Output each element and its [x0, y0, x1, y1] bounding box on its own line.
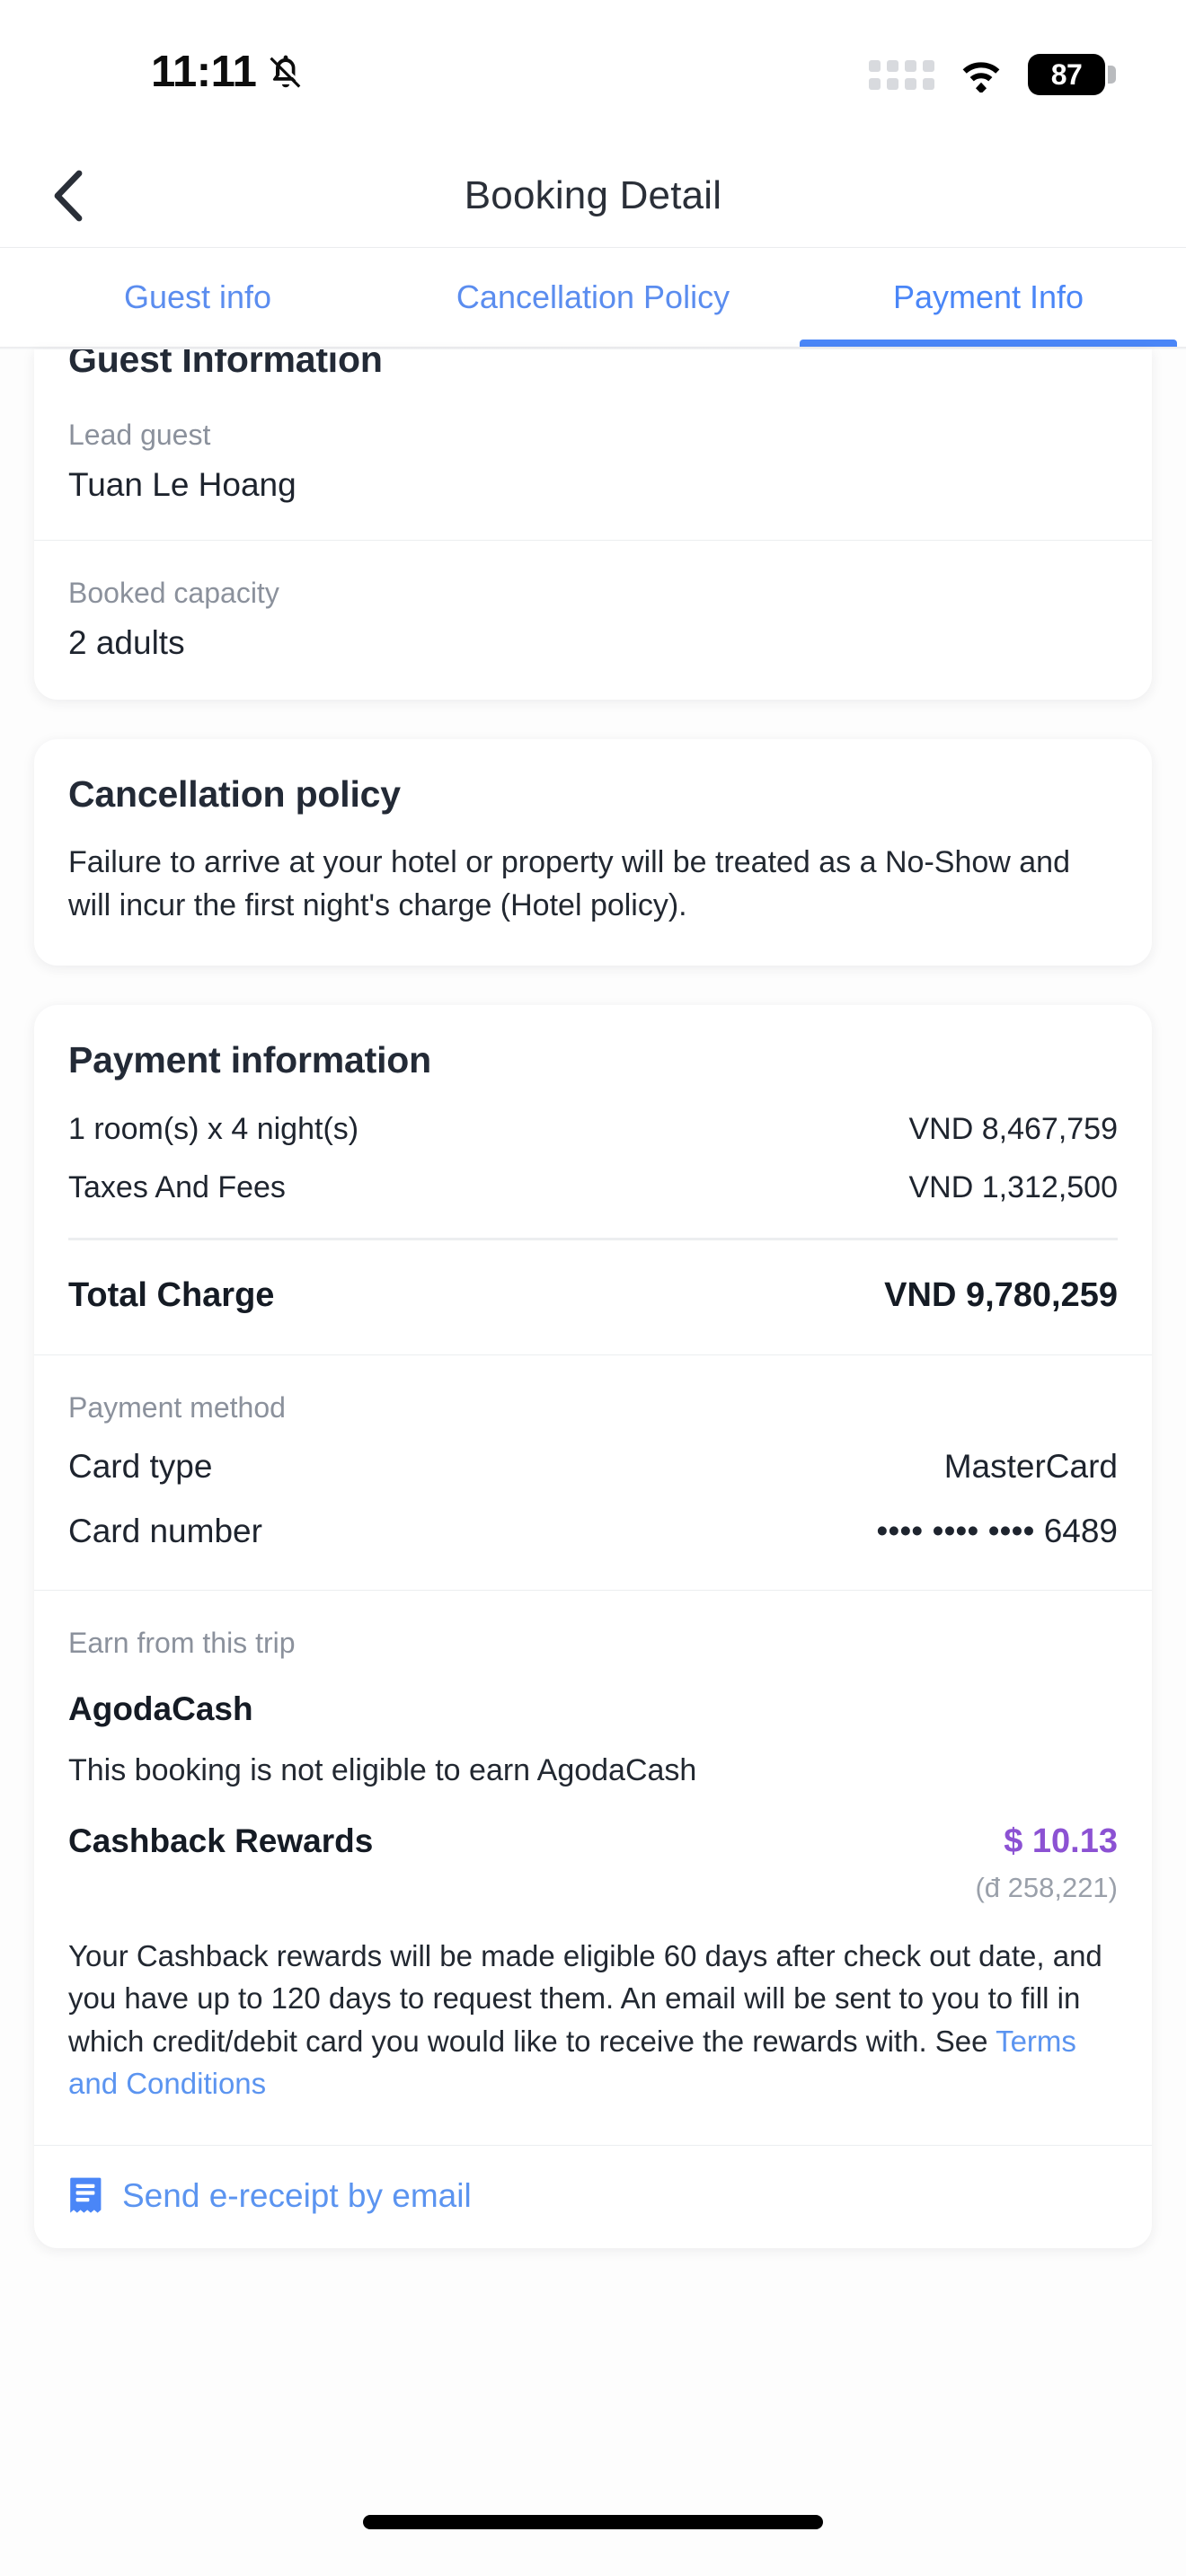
payment-method-label: Payment method [68, 1390, 286, 1424]
tab-payment-info-label: Payment Info [892, 278, 1084, 315]
cashback-rewards-row: Cashback Rewards $ 10.13 (đ 258,221) [68, 1822, 1118, 1904]
status-bar: 11:11 87 [0, 0, 1186, 144]
cashback-fineprint: Your Cashback rewards will be made eligi… [68, 1935, 1118, 2105]
payment-information-card: Payment information 1 room(s) x 4 night(… [34, 1004, 1152, 2248]
receipt-icon [70, 2177, 102, 2213]
cancellation-policy-title: Cancellation policy [68, 773, 401, 815]
tab-cancellation-policy[interactable]: Cancellation Policy [395, 248, 791, 347]
tab-cancellation-policy-label: Cancellation Policy [456, 278, 730, 315]
earn-from-trip-label: Earn from this trip [68, 1626, 296, 1659]
cancellation-policy-text: Failure to arrive at your hotel or prope… [68, 845, 1070, 923]
battery-icon: 87 [1028, 54, 1116, 95]
guest-information-card: Guest Information Lead guest Tuan Le Hoa… [34, 349, 1152, 700]
payment-line-item-taxes: Taxes And Fees VND 1,312,500 [68, 1170, 1118, 1205]
payment-line-item-room: 1 room(s) x 4 night(s) VND 8,467,759 [68, 1112, 1118, 1147]
card-type-value: MasterCard [943, 1447, 1118, 1485]
back-button[interactable] [43, 170, 93, 221]
send-ereceipt-button[interactable]: Send e-receipt by email [34, 2146, 1152, 2248]
page-title: Booking Detail [464, 172, 722, 217]
booking-detail-screen: 11:11 87 Booking Detail Guest info Cance… [0, 0, 1186, 2576]
navigation-bar: Booking Detail [0, 144, 1186, 248]
card-number-label: Card number [68, 1512, 262, 1549]
cashback-rewards-local-amount: (đ 258,221) [975, 1871, 1118, 1903]
card-type-label: Card type [68, 1447, 213, 1485]
card-number-row: Card number •••• •••• •••• 6489 [68, 1513, 1118, 1550]
total-charge-row: Total Charge VND 9,780,259 [68, 1276, 1118, 1315]
home-indicator [363, 2515, 823, 2529]
send-ereceipt-label: Send e-receipt by email [122, 2176, 472, 2214]
tab-bar: Guest info Cancellation Policy Payment I… [0, 248, 1186, 347]
bell-muted-icon [270, 55, 301, 88]
payment-line-item-room-label: 1 room(s) x 4 night(s) [68, 1111, 359, 1146]
tab-payment-info[interactable]: Payment Info [791, 248, 1186, 347]
booked-capacity-label: Booked capacity [68, 577, 279, 609]
cashback-rewards-amount: $ 10.13 [1004, 1822, 1118, 1860]
cancellation-policy-card: Cancellation policy Failure to arrive at… [34, 739, 1152, 966]
total-divider [68, 1237, 1118, 1240]
booked-capacity-value: 2 adults [68, 624, 185, 661]
payment-line-item-taxes-value: VND 1,312,500 [908, 1169, 1119, 1204]
tab-guest-info[interactable]: Guest info [0, 248, 395, 347]
agodacash-title: AgodaCash [68, 1689, 253, 1727]
lead-guest-value: Tuan Le Hoang [68, 466, 296, 503]
status-bar-time: 11:11 [151, 48, 257, 96]
payment-line-item-taxes-label: Taxes And Fees [68, 1169, 286, 1204]
total-charge-label: Total Charge [68, 1275, 275, 1314]
total-charge-value: VND 9,780,259 [884, 1275, 1118, 1314]
cashback-rewards-label: Cashback Rewards [68, 1822, 374, 1859]
wifi-icon [962, 62, 1000, 93]
guest-information-title: Guest Information [68, 349, 383, 380]
back-chevron-icon [54, 170, 83, 221]
cashback-fineprint-text: Your Cashback rewards will be made eligi… [68, 1938, 1102, 2058]
card-type-row: Card type MasterCard [68, 1448, 1118, 1486]
lead-guest-label: Lead guest [68, 419, 211, 451]
status-bar-icons: 87 [869, 54, 1116, 95]
signal-dots-icon [869, 59, 934, 90]
battery-level: 87 [1050, 57, 1083, 91]
content-scroll-area[interactable]: Guest Information Lead guest Tuan Le Hoa… [0, 349, 1186, 2248]
agodacash-note: This booking is not eligible to earn Ago… [68, 1752, 697, 1787]
payment-line-item-room-value: VND 8,467,759 [908, 1111, 1119, 1146]
card-number-value: •••• •••• •••• 6489 [876, 1512, 1118, 1549]
payment-information-title: Payment information [68, 1038, 431, 1081]
tab-guest-info-label: Guest info [123, 278, 272, 315]
